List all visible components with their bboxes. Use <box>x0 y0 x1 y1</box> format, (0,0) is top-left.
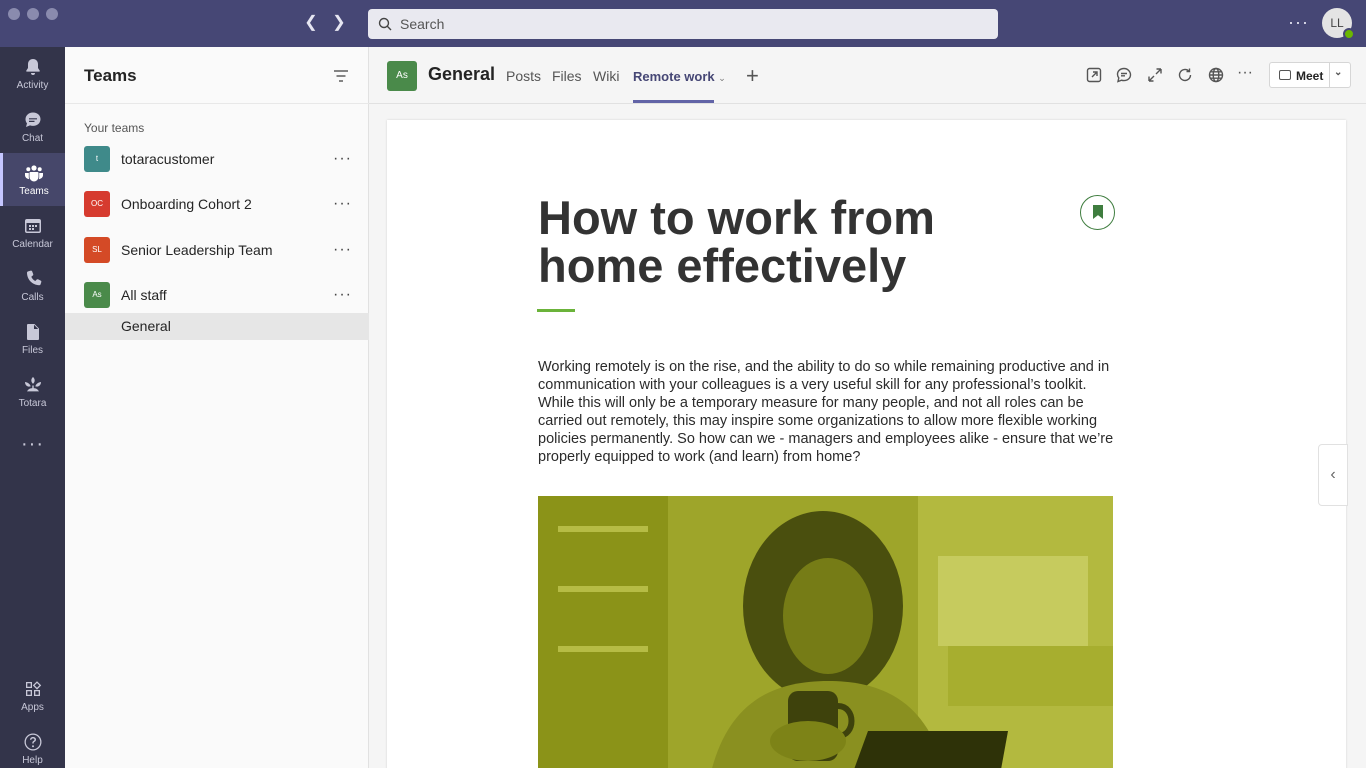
avatar[interactable]: LL <box>1322 8 1355 40</box>
team-item-totaracustomer[interactable]: t totaracustomer ··· <box>65 137 369 181</box>
article-title: How to work from home effectively <box>538 191 935 292</box>
apps-icon <box>25 680 41 696</box>
window-maximize-button[interactable] <box>46 8 58 20</box>
open-in-window-icon[interactable] <box>1085 66 1103 84</box>
more-options-icon[interactable]: ··· <box>333 150 352 168</box>
globe-icon[interactable] <box>1207 66 1225 84</box>
divider <box>1329 63 1330 87</box>
window-minimize-button[interactable] <box>27 8 39 20</box>
chevron-down-icon: ⌄ <box>718 73 726 83</box>
rail-label: Apps <box>21 701 44 713</box>
app-rail: Activity Chat Teams Calendar Calls Files… <box>0 47 65 768</box>
teams-icon <box>25 164 43 181</box>
tab-posts[interactable]: Posts <box>506 68 541 84</box>
channel-header: As General Posts Files Wiki Remote work … <box>369 47 1366 104</box>
rail-label: Calendar <box>12 238 53 250</box>
tab-content: How to work from home effectively Workin… <box>369 104 1366 768</box>
channel-item-general[interactable]: General <box>65 313 369 340</box>
title-rule <box>537 309 575 312</box>
section-label: Your teams <box>84 121 145 135</box>
rail-item-totara[interactable]: Totara <box>0 365 65 418</box>
status-available-icon <box>1343 28 1355 40</box>
meet-label: Meet <box>1296 69 1324 83</box>
video-camera-icon <box>1279 70 1291 80</box>
rail-item-teams[interactable]: Teams <box>0 153 65 206</box>
collapse-panel-toggle[interactable]: ‹ <box>1318 444 1348 506</box>
more-options-icon[interactable]: ··· <box>333 241 352 259</box>
hero-image <box>538 496 1113 768</box>
window-close-button[interactable] <box>8 8 20 20</box>
team-item-onboarding-cohort-2[interactable]: OC Onboarding Cohort 2 ··· <box>65 182 369 226</box>
chat-icon <box>25 112 40 127</box>
team-item-all-staff[interactable]: As All staff ··· <box>65 273 369 317</box>
rail-label: Activity <box>16 79 49 91</box>
team-avatar: SL <box>84 237 110 263</box>
team-avatar: OC <box>84 191 110 217</box>
channel-name: General <box>121 318 171 334</box>
rail-label: Teams <box>19 185 49 197</box>
team-name: totaracustomer <box>121 151 215 167</box>
team-name: Onboarding Cohort 2 <box>121 196 252 212</box>
team-item-senior-leadership-team[interactable]: SL Senior Leadership Team ··· <box>65 228 369 272</box>
meet-button[interactable]: Meet ⌄ <box>1269 62 1351 88</box>
more-dots-icon: ··· <box>21 433 44 455</box>
rail-item-calendar[interactable]: Calendar <box>0 206 65 259</box>
article-card: How to work from home effectively Workin… <box>387 120 1346 768</box>
chevron-down-icon[interactable]: ⌄ <box>1334 67 1342 78</box>
rail-label: Chat <box>21 132 44 144</box>
search-box[interactable] <box>368 9 998 39</box>
file-icon <box>26 323 39 340</box>
divider <box>65 103 369 104</box>
channel-avatar: As <box>387 61 417 91</box>
rail-item-help[interactable]: Help <box>0 722 65 768</box>
rail-label: Help <box>22 754 43 766</box>
rail-item-files[interactable]: Files <box>0 312 65 365</box>
search-input[interactable] <box>400 16 960 32</box>
conversation-icon[interactable] <box>1115 66 1133 84</box>
search-icon <box>378 17 392 31</box>
channel-title: General <box>428 64 496 84</box>
more-options-icon[interactable]: ··· <box>1288 12 1309 32</box>
tab-remote-work[interactable]: Remote work ⌄ <box>633 69 726 84</box>
rail-item-chat[interactable]: Chat <box>0 100 65 153</box>
forward-arrow-icon[interactable]: ❯ <box>328 12 350 34</box>
more-options-icon[interactable]: ··· <box>333 195 352 213</box>
more-options-icon[interactable]: ··· <box>333 286 352 304</box>
rail-item-apps[interactable]: Apps <box>0 669 65 722</box>
chevron-left-icon: ‹ <box>1330 466 1336 483</box>
active-tab-indicator <box>633 100 714 103</box>
bell-icon <box>25 58 40 75</box>
calendar-icon <box>24 218 41 233</box>
rail-label: Files <box>21 344 44 356</box>
help-icon <box>24 733 42 750</box>
title-bar: ❮ ❯ ··· LL <box>0 0 1366 47</box>
totara-leaf-icon <box>24 376 41 391</box>
bookmark-icon[interactable] <box>1080 195 1115 230</box>
add-tab-icon[interactable]: + <box>746 63 759 89</box>
more-options-icon[interactable]: ··· <box>1237 64 1255 82</box>
rail-item-calls[interactable]: Calls <box>0 259 65 312</box>
refresh-icon[interactable] <box>1176 66 1194 84</box>
team-name: All staff <box>121 287 167 303</box>
team-avatar: t <box>84 146 110 172</box>
tab-label: Remote work <box>633 69 715 84</box>
team-name: Senior Leadership Team <box>121 242 273 258</box>
team-avatar: As <box>84 282 110 308</box>
teams-panel: Teams Your teams t totaracustomer ··· OC… <box>65 47 369 768</box>
expand-icon[interactable] <box>1146 66 1164 84</box>
phone-icon <box>26 270 41 285</box>
filter-icon[interactable] <box>333 69 349 83</box>
tab-files[interactable]: Files <box>552 68 582 84</box>
panel-title: Teams <box>84 66 137 85</box>
woman-with-mug-illustration <box>538 496 1113 768</box>
avatar-initials: LL <box>1330 16 1344 30</box>
back-arrow-icon[interactable]: ❮ <box>300 12 322 34</box>
rail-item-activity[interactable]: Activity <box>0 47 65 100</box>
rail-label: Calls <box>21 291 44 303</box>
tab-wiki[interactable]: Wiki <box>593 68 619 84</box>
article-body: Working remotely is on the rise, and the… <box>538 359 1114 465</box>
rail-label: Totara <box>18 397 47 409</box>
more-apps-button[interactable]: ··· <box>0 418 65 471</box>
